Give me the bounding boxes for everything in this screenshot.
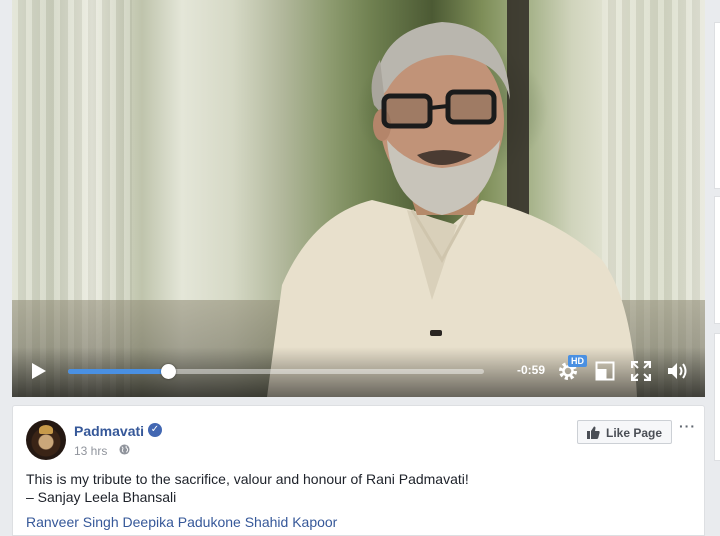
progress-bar[interactable]	[68, 364, 484, 379]
post-timestamp[interactable]: 13 hrs	[74, 444, 107, 458]
like-page-label: Like Page	[606, 426, 663, 440]
picture-in-picture-icon[interactable]	[595, 361, 615, 381]
video-controls: -0:59 HD	[12, 347, 705, 397]
tag-link[interactable]: Deepika Padukone	[123, 514, 241, 530]
side-card	[714, 22, 720, 189]
facebook-feed: -0:59 HD Padmavati ✓ 13 hrs Like Page ··…	[0, 0, 720, 536]
globe-icon	[119, 444, 130, 455]
progress-handle[interactable]	[160, 364, 176, 379]
volume-icon[interactable]	[666, 360, 690, 382]
hd-badge: HD	[568, 355, 587, 367]
tag-link[interactable]: Ranveer Singh	[26, 514, 119, 530]
tagged-people: Ranveer Singh Deepika Padukone Shahid Ka…	[26, 514, 337, 530]
page-avatar[interactable]	[26, 420, 66, 460]
tag-link[interactable]: Shahid Kapoor	[245, 514, 338, 530]
side-card	[714, 196, 720, 324]
post-card: Padmavati ✓ 13 hrs Like Page ··· This is…	[12, 405, 705, 536]
fullscreen-icon[interactable]	[631, 361, 651, 381]
page-name-link[interactable]: Padmavati	[74, 423, 144, 439]
post-message-line: This is my tribute to the sacrifice, val…	[26, 471, 469, 487]
post-message-line: – Sanjay Leela Bhansali	[26, 489, 177, 505]
post-message: This is my tribute to the sacrifice, val…	[26, 470, 469, 506]
progress-fill	[68, 369, 168, 374]
side-card	[714, 333, 720, 461]
right-column-edge	[706, 0, 720, 536]
speaker-figure	[267, 22, 637, 397]
video-player[interactable]: -0:59 HD	[12, 0, 705, 397]
avatar-crown	[39, 425, 53, 434]
like-page-button[interactable]: Like Page	[577, 420, 672, 444]
thumbs-up-icon	[587, 426, 600, 439]
verified-badge-icon: ✓	[148, 423, 162, 437]
play-icon[interactable]	[28, 361, 48, 381]
time-remaining: -0:59	[517, 363, 546, 377]
more-options-button[interactable]: ···	[679, 418, 696, 434]
